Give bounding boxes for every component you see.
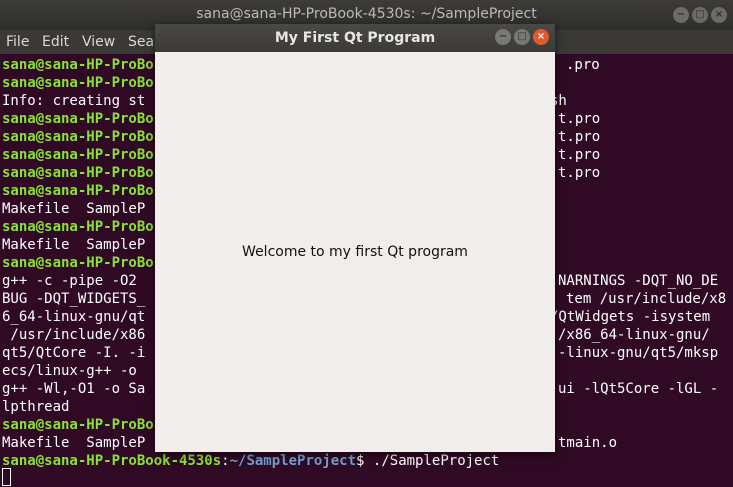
prompt-symbol: $ xyxy=(356,453,365,469)
terminal-line: 6_64-linux-gnu/qt xyxy=(2,309,146,325)
terminal-line: ecs/linux-g++ -o xyxy=(2,363,137,379)
terminal-line: sana@sana-HP-ProBo xyxy=(2,417,154,433)
terminal-line: /usr/include/x86 xyxy=(2,327,146,343)
terminal-line-tail: t.pro xyxy=(558,165,601,181)
prompt-command: ./SampleProject xyxy=(372,453,500,469)
terminal-line-tail: /x86_64-linux-gnu/ xyxy=(558,327,710,343)
terminal-line: sana@sana-HP-ProBo xyxy=(2,255,154,271)
terminal-line: sana@sana-HP-ProBo xyxy=(2,183,154,199)
terminal-line: g++ -Wl,-O1 -o Sa xyxy=(2,381,146,397)
welcome-label: Welcome to my first Qt program xyxy=(242,244,468,260)
terminal-line-tail: tem /usr/include/x8 xyxy=(566,291,727,307)
prompt-path: ~/SampleProject xyxy=(229,453,357,469)
menu-view[interactable]: View xyxy=(82,34,115,50)
menu-file[interactable]: File xyxy=(6,34,29,50)
qt-window-controls: − □ × xyxy=(495,29,549,45)
terminal-line-tail: t.pro xyxy=(558,129,601,145)
terminal-line: sana@sana-HP-ProBo xyxy=(2,75,154,91)
terminal-line: sana@sana-HP-ProBo xyxy=(2,147,154,163)
terminal-line: BUG -DQT_WIDGETS_ xyxy=(2,291,146,307)
terminal-cursor xyxy=(2,468,11,486)
terminal-line: lpthread xyxy=(2,399,70,415)
terminal-line: sana@sana-HP-ProBo xyxy=(2,129,154,145)
qt-close-button[interactable]: × xyxy=(533,29,549,45)
qt-maximize-button[interactable]: □ xyxy=(514,29,530,45)
terminal-line-tail: t.pro xyxy=(558,111,601,127)
terminal-line: Makefile SampleP xyxy=(2,435,146,451)
terminal-line-tail: .pro xyxy=(566,57,600,73)
terminal-title: sana@sana-HP-ProBook-4530s: ~/SampleProj… xyxy=(196,6,537,22)
terminal-line-tail: tmain.o xyxy=(558,435,618,451)
terminal-line: sana@sana-HP-ProBo xyxy=(2,111,154,127)
terminal-line: sana@sana-HP-ProBo xyxy=(2,57,154,73)
prompt-user: sana@sana-HP-ProBook-4530s xyxy=(2,453,222,469)
terminal-line-tail: t.pro xyxy=(558,147,601,163)
terminal-line-tail: NARNINGS -DQT_NO_DE xyxy=(558,273,719,289)
terminal-line-tail: ui -lQt5Core -lGL - xyxy=(558,381,719,397)
terminal-close-button[interactable]: × xyxy=(711,7,727,23)
terminal-line: sana@sana-HP-ProBo xyxy=(2,219,154,235)
terminal-prompt-line: sana@sana-HP-ProBook-4530s:~/SampleProje… xyxy=(2,453,500,469)
terminal-line-tail: -linux-gnu/qt5/mksp xyxy=(558,345,719,361)
terminal-window-controls: − □ × xyxy=(673,7,727,23)
terminal-line: g++ -c -pipe -O2 xyxy=(2,273,137,289)
qt-titlebar[interactable]: My First Qt Program − □ × xyxy=(155,24,555,52)
terminal-line: Makefile SampleP xyxy=(2,201,146,217)
terminal-line: sana@sana-HP-ProBo xyxy=(2,165,154,181)
terminal-maximize-button[interactable]: □ xyxy=(692,7,708,23)
terminal-minimize-button[interactable]: − xyxy=(673,7,689,23)
terminal-line: Makefile SampleP xyxy=(2,237,146,253)
terminal-line: qt5/QtCore -I. -i xyxy=(2,345,146,361)
terminal-line-tail: /QtWidgets -isystem xyxy=(550,309,711,325)
menu-edit[interactable]: Edit xyxy=(42,34,69,50)
terminal-line: Info: creating st xyxy=(2,93,146,109)
qt-window: My First Qt Program − □ × Welcome to my … xyxy=(155,24,555,452)
qt-minimize-button[interactable]: − xyxy=(495,29,511,45)
